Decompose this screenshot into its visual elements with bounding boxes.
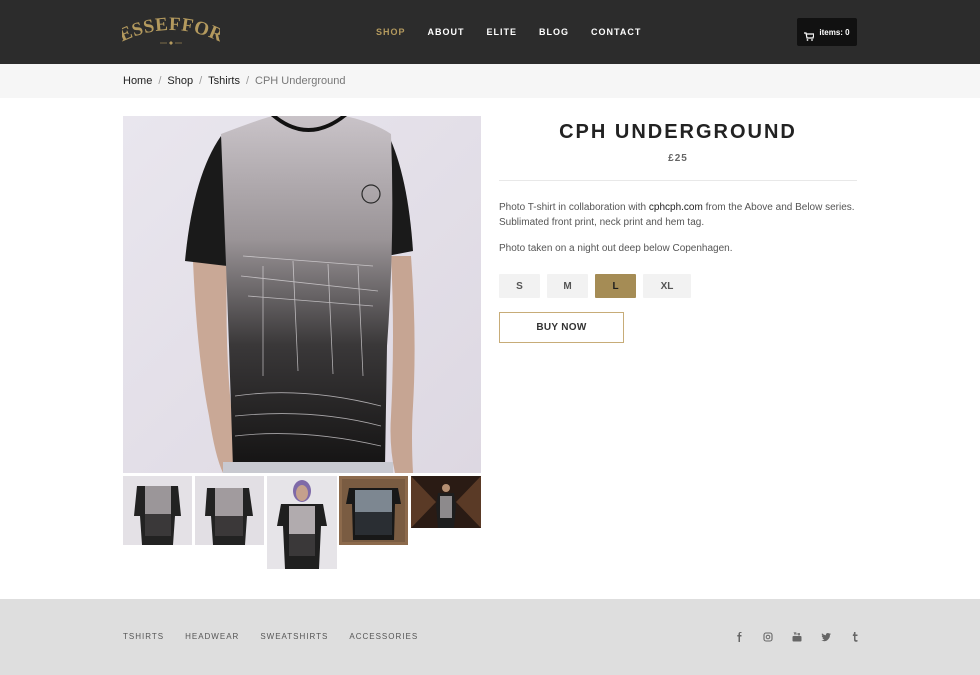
size-option-l[interactable]: L (595, 274, 636, 298)
footer-link-accessories[interactable]: ACCESSORIES (349, 632, 418, 641)
brand-logo[interactable]: LESSEFFORT (122, 14, 220, 48)
footer-nav: TSHIRTS HEADWEAR SWEATSHIRTS ACCESSORIES (123, 632, 439, 641)
product-main-image[interactable] (123, 116, 481, 473)
product-title: CPH UNDERGROUND (559, 121, 797, 143)
breadcrumb-home[interactable]: Home (123, 75, 152, 88)
breadcrumb-tshirts[interactable]: Tshirts (208, 75, 240, 88)
product-price: £25 (668, 153, 688, 164)
footer-link-headwear[interactable]: HEADWEAR (185, 632, 239, 641)
product-thumbnail[interactable] (123, 476, 192, 545)
size-selector: S M L XL (499, 274, 691, 298)
breadcrumb-bar: Home / Shop / Tshirts / CPH Underground (0, 64, 980, 98)
youtube-icon[interactable] (792, 632, 821, 644)
instagram-icon[interactable] (763, 632, 792, 644)
size-option-m[interactable]: M (547, 274, 588, 298)
nav-about[interactable]: ABOUT (428, 26, 465, 38)
nav-blog[interactable]: BLOG (539, 26, 569, 38)
site-footer: TSHIRTS HEADWEAR SWEATSHIRTS ACCESSORIES (0, 599, 980, 675)
tumblr-icon[interactable] (850, 632, 879, 644)
site-header: LESSEFFORT SHOP ABOUT ELITE BLOG CONTACT… (0, 0, 980, 64)
divider (499, 180, 857, 181)
social-links (734, 632, 879, 644)
footer-link-tshirts[interactable]: TSHIRTS (123, 632, 164, 641)
product-thumbnails (123, 476, 481, 570)
nav-shop[interactable]: SHOP (376, 26, 406, 38)
nav-contact[interactable]: CONTACT (591, 26, 641, 38)
breadcrumb-separator: / (158, 75, 162, 87)
buy-now-button[interactable]: BUY NOW (499, 312, 624, 343)
product-thumbnail[interactable] (267, 476, 337, 569)
breadcrumb-separator: / (245, 75, 250, 87)
product-thumbnail[interactable] (195, 476, 264, 545)
footer-link-sweatshirts[interactable]: SWEATSHIRTS (260, 632, 328, 641)
twitter-icon[interactable] (821, 632, 850, 644)
product-thumbnail[interactable] (339, 476, 408, 545)
breadcrumb: Home / Shop / Tshirts / CPH Underground (123, 75, 346, 88)
breadcrumb-shop[interactable]: Shop (167, 75, 193, 88)
product-thumbnail[interactable] (411, 476, 481, 528)
nav-elite[interactable]: ELITE (487, 26, 518, 38)
size-option-s[interactable]: S (499, 274, 540, 298)
cphcph-link[interactable]: cphcph.com (649, 202, 703, 213)
cart-count-label: items: 0 (819, 27, 850, 37)
breadcrumb-separator: / (199, 75, 203, 87)
cart-button[interactable]: items: 0 (797, 18, 857, 46)
size-option-xl[interactable]: XL (643, 274, 691, 298)
product-description-secondary: Photo taken on a night out deep below Co… (499, 243, 733, 254)
description-text: Photo T-shirt in collaboration with (499, 202, 649, 213)
main-nav: SHOP ABOUT ELITE BLOG CONTACT (376, 26, 663, 38)
shopping-cart-icon (804, 28, 816, 41)
breadcrumb-current: CPH Underground (255, 75, 346, 87)
facebook-icon[interactable] (734, 632, 763, 644)
product-description: Photo T-shirt in collaboration with cphc… (499, 200, 861, 230)
